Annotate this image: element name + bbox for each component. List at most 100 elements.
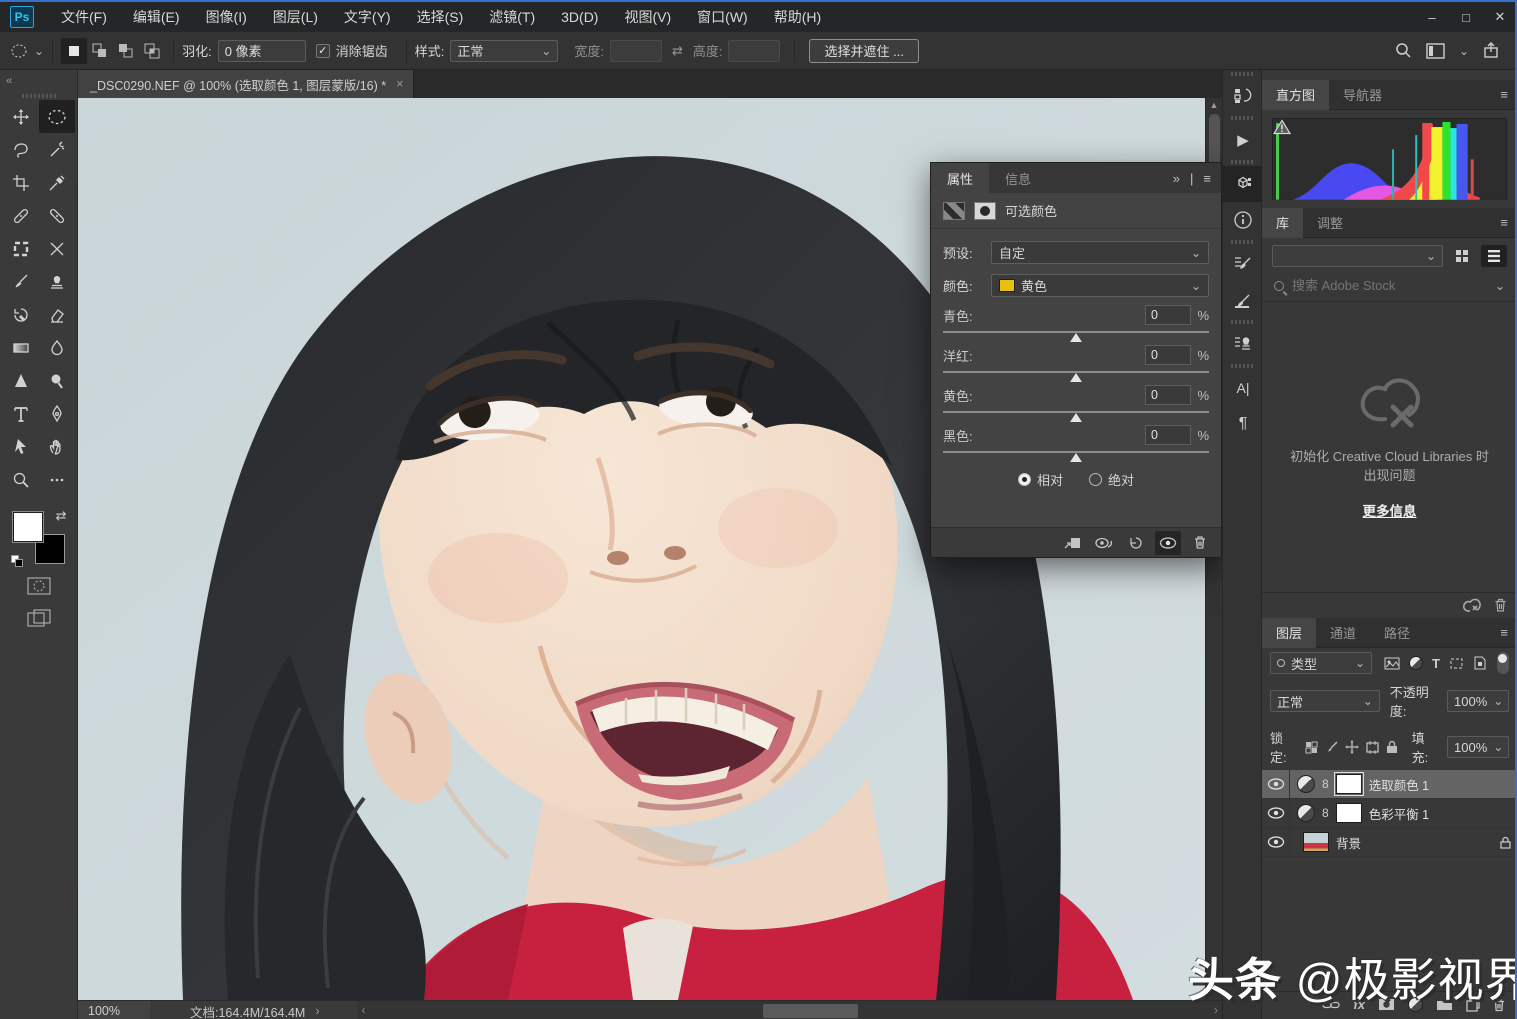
layer-mask-thumbnail[interactable] (1336, 774, 1362, 794)
history-panel-icon[interactable] (1223, 78, 1263, 114)
magic-wand-tool[interactable] (39, 133, 75, 166)
filter-smart-objects-icon[interactable] (1473, 656, 1486, 670)
document-tab[interactable]: _DSC0290.NEF @ 100% (选取颜色 1, 图层蒙版/16) * … (78, 70, 414, 98)
intersect-selection-mode-button[interactable] (139, 38, 165, 64)
panel-menu-icon[interactable]: ≡ (1203, 171, 1211, 186)
adjustment-layer-icon[interactable] (1297, 775, 1315, 793)
collapse-panel-icon[interactable]: » (1173, 171, 1180, 186)
spot-healing-brush-tool[interactable] (3, 199, 39, 232)
share-icon[interactable] (1483, 42, 1499, 59)
cyan-input[interactable] (1145, 305, 1191, 325)
pen-tool[interactable] (39, 397, 75, 430)
new-selection-mode-button[interactable] (61, 38, 87, 64)
paragraph-panel-icon[interactable]: ¶ (1223, 406, 1263, 442)
subtract-selection-mode-button[interactable] (113, 38, 139, 64)
blend-mode-select[interactable]: 正常 ⌄ (1270, 690, 1380, 712)
character-panel-icon[interactable]: A| (1223, 370, 1263, 406)
filter-adjustment-layers-icon[interactable] (1409, 656, 1423, 670)
swap-colors-icon[interactable]: ⇄ (56, 508, 67, 524)
clone-stamp-tool[interactable] (39, 265, 75, 298)
filter-pixel-layers-icon[interactable] (1384, 657, 1400, 670)
select-and-mask-button[interactable]: 选择并遮住 ... (809, 39, 918, 63)
crop-tool[interactable] (3, 166, 39, 199)
more-info-link[interactable]: 更多信息 (1363, 500, 1417, 520)
adjustment-layer-icon[interactable] (1297, 804, 1315, 822)
yellow-thumb[interactable] (1070, 413, 1082, 422)
tab-info[interactable]: 信息 (989, 163, 1047, 193)
magenta-track[interactable] (943, 368, 1209, 382)
list-view-button[interactable] (1481, 245, 1507, 267)
zoom-tool[interactable] (3, 463, 39, 496)
absolute-radio[interactable]: 绝对 (1089, 470, 1134, 489)
more-tools[interactable] (39, 463, 75, 496)
layer-row-color-balance[interactable]: 8 色彩平衡 1 (1262, 799, 1517, 828)
tab-channels[interactable]: 通道 (1316, 618, 1370, 648)
frame-tool[interactable] (3, 232, 39, 265)
lock-pixels-icon[interactable] (1325, 740, 1339, 754)
mask-link-icon[interactable]: 8 (1322, 806, 1329, 820)
menu-window[interactable]: 窗口(W) (684, 2, 761, 32)
menu-3d[interactable]: 3D(D) (548, 2, 611, 32)
canvas-horizontal-scrollbar[interactable]: ‹ › (358, 1001, 1222, 1019)
close-button[interactable]: ✕ (1483, 4, 1517, 30)
brushes-panel-icon[interactable] (1223, 282, 1263, 318)
yellow-track[interactable] (943, 408, 1209, 422)
tab-paths[interactable]: 路径 (1370, 618, 1424, 648)
tab-adjustments[interactable]: 调整 (1303, 208, 1357, 238)
color-select[interactable]: 黄色 ⌄ (991, 274, 1209, 297)
panel-menu-icon[interactable]: ≡ (1500, 87, 1517, 102)
visibility-button[interactable] (1155, 531, 1181, 555)
tab-libraries[interactable]: 库 (1262, 208, 1303, 238)
tab-histogram[interactable]: 直方图 (1262, 80, 1329, 110)
search-icon[interactable] (1395, 42, 1412, 59)
dodge-tool[interactable] (39, 364, 75, 397)
opacity-field[interactable]: 100% ⌄ (1447, 690, 1509, 712)
mask-link-icon[interactable]: 8 (1322, 777, 1329, 791)
grid-view-button[interactable] (1449, 245, 1475, 267)
default-colors-icon[interactable] (11, 555, 24, 568)
lock-artboard-icon[interactable] (1365, 741, 1380, 754)
stock-search-input[interactable] (1292, 278, 1487, 293)
zoom-level-field[interactable]: 100% (78, 1001, 150, 1019)
view-previous-state-button[interactable] (1091, 531, 1117, 555)
path-selection-tool[interactable] (3, 430, 39, 463)
visibility-toggle[interactable] (1262, 799, 1290, 828)
menu-edit[interactable]: 编辑(E) (120, 2, 193, 32)
menu-file[interactable]: 文件(F) (48, 2, 120, 32)
fill-field[interactable]: 100% ⌄ (1447, 736, 1509, 758)
history-brush-tool[interactable] (3, 298, 39, 331)
slice-tool[interactable] (39, 232, 75, 265)
layer-name[interactable]: 色彩平衡 1 (1369, 804, 1429, 823)
layer-mask-thumbnail[interactable] (1336, 803, 1362, 823)
horizontal-scroll-thumb[interactable] (763, 1004, 858, 1018)
brush-settings-panel-icon[interactable] (1223, 246, 1263, 282)
type-tool[interactable] (3, 397, 39, 430)
hand-tool[interactable] (39, 430, 75, 463)
reset-button[interactable] (1123, 531, 1149, 555)
yellow-input[interactable] (1145, 385, 1191, 405)
lock-transparency-icon[interactable] (1305, 741, 1319, 754)
visibility-toggle[interactable] (1262, 828, 1290, 857)
layer-row-selective-color[interactable]: 8 选取颜色 1 (1262, 770, 1517, 799)
style-select[interactable]: 正常 ⌄ (450, 40, 558, 62)
menu-image[interactable]: 图像(I) (193, 2, 260, 32)
adobe-stock-search[interactable]: ⌄ (1262, 274, 1517, 302)
collapse-tools-icon[interactable]: « (6, 75, 12, 87)
relative-radio[interactable]: 相对 (1018, 470, 1063, 489)
magenta-input[interactable] (1145, 345, 1191, 365)
sharpen-tool[interactable] (3, 364, 39, 397)
tool-preset-picker[interactable]: ⌄ (10, 42, 44, 60)
menu-view[interactable]: 视图(V) (611, 2, 684, 32)
black-track[interactable] (943, 448, 1209, 462)
layer-name[interactable]: 背景 (1336, 833, 1361, 852)
clone-source-panel-icon[interactable] (1223, 326, 1263, 362)
height-input[interactable] (728, 40, 780, 62)
black-input[interactable] (1145, 425, 1191, 445)
antialias-checkbox[interactable]: ✓ (316, 44, 330, 58)
screen-mode-button[interactable] (24, 606, 54, 630)
scroll-left-icon[interactable]: ‹ (362, 1003, 366, 1017)
clip-to-layer-button[interactable] (1059, 531, 1085, 555)
width-input[interactable] (610, 40, 662, 62)
elliptical-marquee-tool[interactable] (39, 100, 75, 133)
swap-dimensions-icon[interactable]: ⇄ (672, 43, 683, 59)
